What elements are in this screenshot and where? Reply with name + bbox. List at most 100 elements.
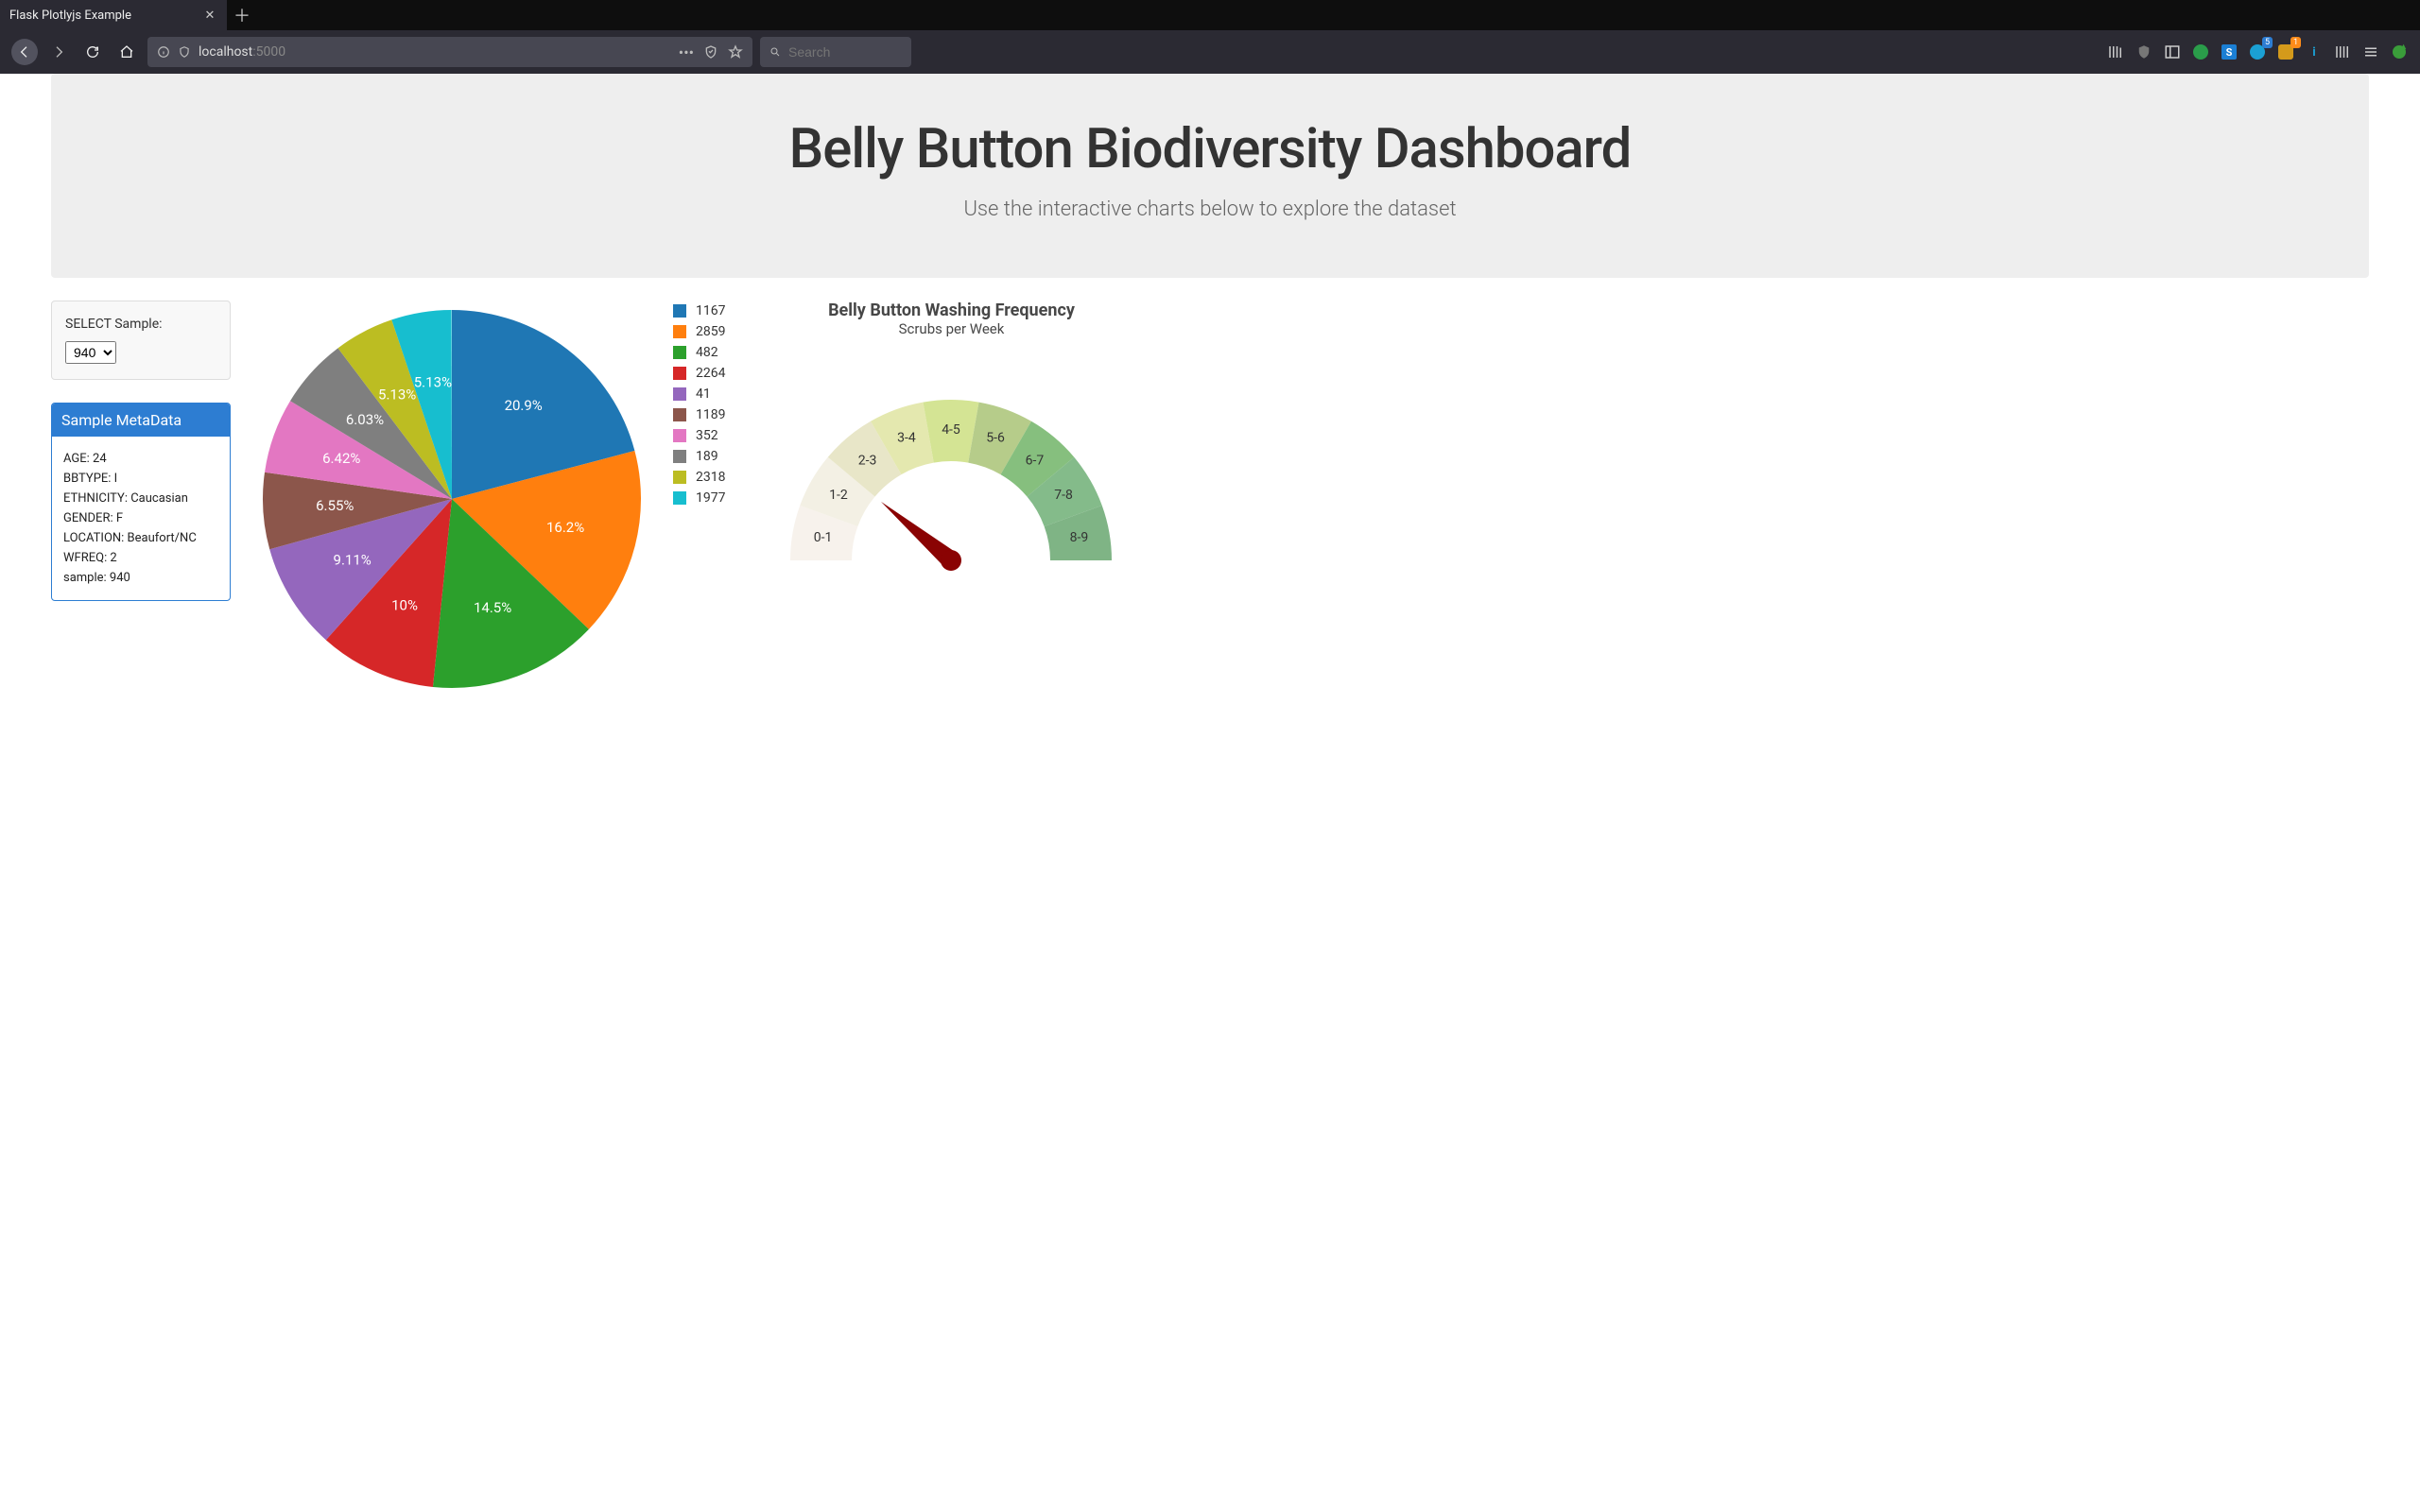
gauge-segment-label: 3-4 — [898, 430, 917, 445]
pie-legend: 11672859482226441118935218923181977 — [673, 301, 725, 508]
pie-chart[interactable]: 20.9%16.2%14.5%10%9.11%6.55%6.42%6.03%5.… — [253, 301, 650, 697]
bookmark-star-icon[interactable] — [728, 44, 743, 60]
page-title: Belly Button Biodiversity Dashboard — [70, 119, 2350, 180]
url-actions: ••• — [679, 43, 743, 61]
sample-selector-label: SELECT Sample: — [65, 317, 216, 332]
legend-label: 1977 — [696, 488, 725, 508]
legend-swatch — [673, 408, 686, 421]
gauge-chart[interactable]: 0-11-22-33-44-55-66-77-88-9 — [762, 343, 1140, 627]
gauge-segment-label: 8-9 — [1070, 530, 1089, 545]
ext-s-icon[interactable]: S — [2220, 43, 2238, 61]
legend-label: 2859 — [696, 321, 725, 342]
legend-item[interactable]: 2318 — [673, 467, 725, 488]
gauge-segment-label: 6-7 — [1026, 453, 1045, 468]
home-icon — [119, 44, 134, 60]
url-port: :5000 — [252, 44, 285, 60]
url-bar[interactable]: localhost:5000 ••• — [147, 37, 752, 67]
reload-icon — [85, 44, 100, 60]
tab-title: Flask Plotlyjs Example — [9, 9, 202, 23]
gauge-segment-label: 1-2 — [830, 488, 849, 503]
pie-slice-label: 6.42% — [322, 450, 360, 467]
arrow-left-icon — [17, 44, 32, 60]
home-button[interactable] — [113, 39, 140, 65]
menu-icon[interactable] — [2361, 43, 2380, 61]
close-tab-icon[interactable]: ✕ — [202, 9, 217, 23]
reader-icon[interactable] — [703, 44, 718, 60]
sample-select[interactable]: 940 — [65, 341, 116, 364]
gauge-title: Belly Button Washing Frequency — [748, 301, 1154, 320]
forward-button[interactable] — [45, 39, 72, 65]
legend-item[interactable]: 1167 — [673, 301, 725, 321]
legend-item[interactable]: 2859 — [673, 321, 725, 342]
ext-info-icon[interactable]: i — [2305, 43, 2324, 61]
pie-slice-label: 6.03% — [346, 411, 384, 428]
arrow-right-icon — [51, 44, 66, 60]
search-bar[interactable] — [760, 37, 911, 67]
content-row: SELECT Sample: 940 Sample MetaData AGE: … — [51, 301, 2369, 697]
metadata-row: sample: 940 — [63, 571, 218, 585]
ublock-icon[interactable] — [2135, 43, 2153, 61]
legend-label: 2264 — [696, 363, 725, 384]
new-tab-button[interactable]: ＋ — [227, 0, 257, 30]
badge-orange: 1 — [2290, 37, 2301, 48]
pie-slice-label: 10% — [391, 596, 418, 613]
pie-slice-label: 14.5% — [474, 599, 511, 616]
legend-item[interactable]: 2264 — [673, 363, 725, 384]
legend-item[interactable]: 41 — [673, 384, 725, 404]
legend-label: 352 — [696, 425, 718, 446]
search-icon — [769, 45, 781, 59]
more-icon[interactable]: ••• — [679, 43, 694, 61]
metadata-body: AGE: 24BBTYPE: IETHNICITY: CaucasianGEND… — [52, 437, 230, 600]
back-button[interactable] — [11, 39, 38, 65]
gauge-subtitle: Scrubs per Week — [748, 320, 1154, 337]
info-icon — [157, 45, 170, 59]
legend-item[interactable]: 352 — [673, 425, 725, 446]
page-subtitle: Use the interactive charts below to expl… — [70, 198, 2350, 221]
legend-swatch — [673, 346, 686, 359]
badge-blue: 5 — [2262, 37, 2273, 48]
ext-globe-icon[interactable]: 5 — [2248, 43, 2267, 61]
gauge-segment-label: 5-6 — [987, 430, 1006, 445]
legend-item[interactable]: 1189 — [673, 404, 725, 425]
library-icon[interactable] — [2106, 43, 2125, 61]
legend-item[interactable]: 482 — [673, 342, 725, 363]
legend-label: 2318 — [696, 467, 725, 488]
browser-tab[interactable]: Flask Plotlyjs Example ✕ — [0, 0, 227, 30]
url-text: localhost:5000 — [199, 44, 671, 60]
legend-item[interactable]: 189 — [673, 446, 725, 467]
reload-button[interactable] — [79, 39, 106, 65]
pie-slice-label: 20.9% — [505, 397, 543, 414]
pie-chart-wrap: 20.9%16.2%14.5%10%9.11%6.55%6.42%6.03%5.… — [253, 301, 725, 697]
ext-tool-icon[interactable]: 1 — [2276, 43, 2295, 61]
legend-label: 1167 — [696, 301, 725, 321]
pie-slice-label: 6.55% — [316, 497, 354, 514]
legend-swatch — [673, 387, 686, 401]
gauge-chart-wrap: Belly Button Washing Frequency Scrubs pe… — [748, 301, 1154, 630]
gauge-segment-label: 0-1 — [814, 530, 833, 545]
shield-icon — [178, 45, 191, 59]
gauge-segment-label: 4-5 — [942, 422, 961, 438]
sample-selector-panel: SELECT Sample: 940 — [51, 301, 231, 380]
metadata-row: ETHNICITY: Caucasian — [63, 491, 218, 506]
ext-grid-icon[interactable] — [2333, 43, 2352, 61]
ext-sync-icon[interactable]: ▲ — [2390, 43, 2409, 61]
gauge-hub — [941, 550, 961, 571]
tab-strip: Flask Plotlyjs Example ✕ ＋ — [0, 0, 2420, 30]
legend-label: 189 — [696, 446, 718, 467]
legend-item[interactable]: 1977 — [673, 488, 725, 508]
pie-slice-label: 5.13% — [378, 386, 416, 403]
browser-chrome: Flask Plotlyjs Example ✕ ＋ localhost:500… — [0, 0, 2420, 74]
page: Belly Button Biodiversity Dashboard Use … — [0, 74, 2420, 735]
search-input[interactable] — [788, 44, 902, 60]
legend-label: 482 — [696, 342, 718, 363]
metadata-header: Sample MetaData — [52, 404, 230, 437]
nav-bar: localhost:5000 ••• S 5 1 i ▲ — [0, 30, 2420, 74]
gauge-segment-label: 2-3 — [858, 453, 877, 468]
pie-slice-label: 5.13% — [414, 374, 452, 391]
metadata-row: BBTYPE: I — [63, 472, 218, 486]
metadata-row: LOCATION: Beaufort/NC — [63, 531, 218, 545]
legend-label: 1189 — [696, 404, 725, 425]
sidebar-icon[interactable] — [2163, 43, 2182, 61]
legend-swatch — [673, 491, 686, 505]
ext-green-icon[interactable] — [2191, 43, 2210, 61]
